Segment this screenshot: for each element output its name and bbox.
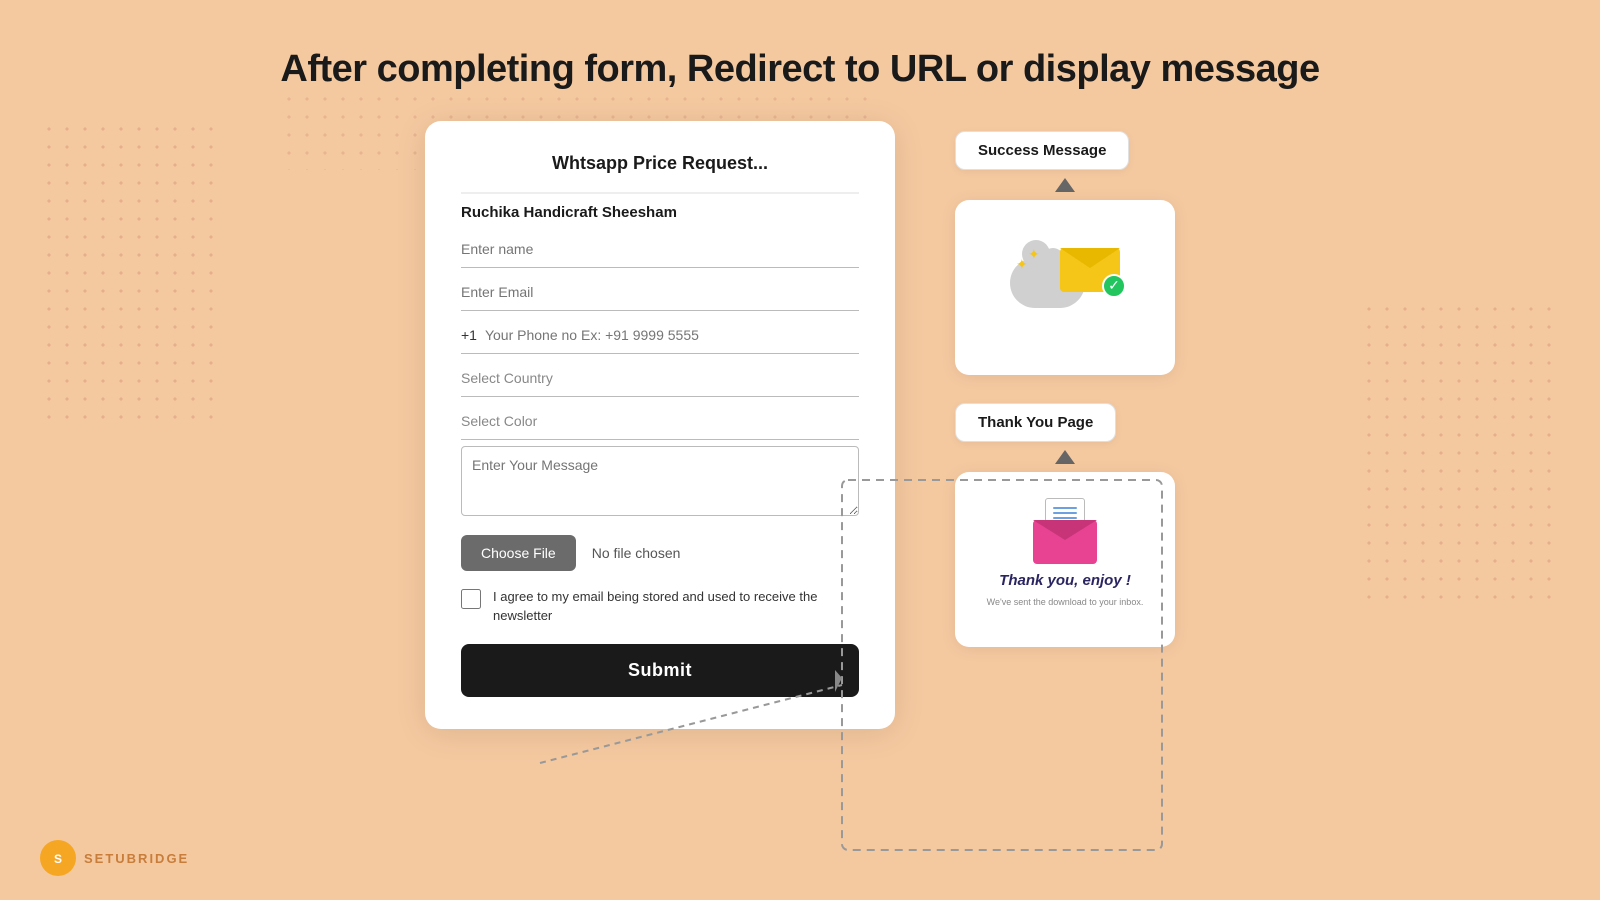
arrow-up-success: [1055, 178, 1075, 192]
decorative-dots-left: [40, 120, 220, 420]
envelope-icon: ✓: [1060, 248, 1120, 292]
letter-line-3: [1053, 517, 1077, 519]
env-flap: [1033, 520, 1097, 540]
thankyou-label: Thank You Page: [955, 403, 1116, 442]
sparkle-icon-1: ✦: [1028, 246, 1040, 263]
decorative-dots-right: [1360, 300, 1560, 600]
logo-text: SETUBRIDGE: [84, 851, 189, 866]
checkbox-label: I agree to my email being stored and use…: [493, 587, 859, 626]
thankyou-card: Thank you, enjoy ! We've sent the downlo…: [955, 472, 1175, 647]
form-title: Whtsapp Price Request...: [461, 153, 859, 174]
svg-text:S: S: [54, 852, 62, 866]
letter-line-1: [1053, 507, 1077, 509]
email-success-illustration: ✓ ✦ ✦: [1010, 248, 1120, 328]
logo-icon: S: [40, 840, 76, 876]
checkbox-row: I agree to my email being stored and use…: [461, 587, 859, 626]
phone-prefix: +1: [461, 317, 485, 353]
arrow-up-thankyou: [1055, 450, 1075, 464]
form-card: Whtsapp Price Request... Ruchika Handicr…: [425, 121, 895, 729]
letter-line-2: [1053, 512, 1077, 514]
env-body: [1033, 520, 1097, 564]
check-icon: ✓: [1102, 274, 1126, 298]
divider: [461, 192, 859, 194]
message-textarea[interactable]: [461, 446, 859, 516]
sparkle-icon-2: ✦: [1016, 256, 1028, 273]
phone-field-row: +1: [461, 317, 859, 354]
thankyou-text: Thank you, enjoy !: [999, 572, 1131, 589]
thankyou-group: Thank You Page: [955, 403, 1175, 647]
form-subtitle: Ruchika Handicraft Sheesham: [461, 204, 859, 221]
success-message-group: Success Message ✓ ✦ ✦: [955, 131, 1175, 375]
agreement-checkbox[interactable]: [461, 589, 481, 609]
success-label: Success Message: [955, 131, 1129, 170]
thankyou-envelope-icon: [1033, 512, 1097, 564]
choose-file-button[interactable]: Choose File: [461, 535, 576, 571]
country-select[interactable]: Select Country: [461, 360, 859, 397]
no-file-label: No file chosen: [592, 545, 681, 561]
file-upload-row: Choose File No file chosen: [461, 535, 859, 571]
submit-button[interactable]: Submit: [461, 644, 859, 697]
thankyou-sub: We've sent the download to your inbox.: [987, 597, 1144, 607]
logo-area: S SETUBRIDGE: [40, 840, 189, 876]
color-select[interactable]: Select Color: [461, 403, 859, 440]
phone-input[interactable]: [485, 317, 859, 353]
name-input[interactable]: [461, 231, 859, 268]
setubridge-icon: S: [47, 847, 69, 869]
thankyou-illustration: Thank you, enjoy ! We've sent the downlo…: [987, 512, 1144, 607]
email-input[interactable]: [461, 274, 859, 311]
right-panel: Success Message ✓ ✦ ✦ Thank You Page: [955, 131, 1175, 647]
success-card: ✓ ✦ ✦: [955, 200, 1175, 375]
